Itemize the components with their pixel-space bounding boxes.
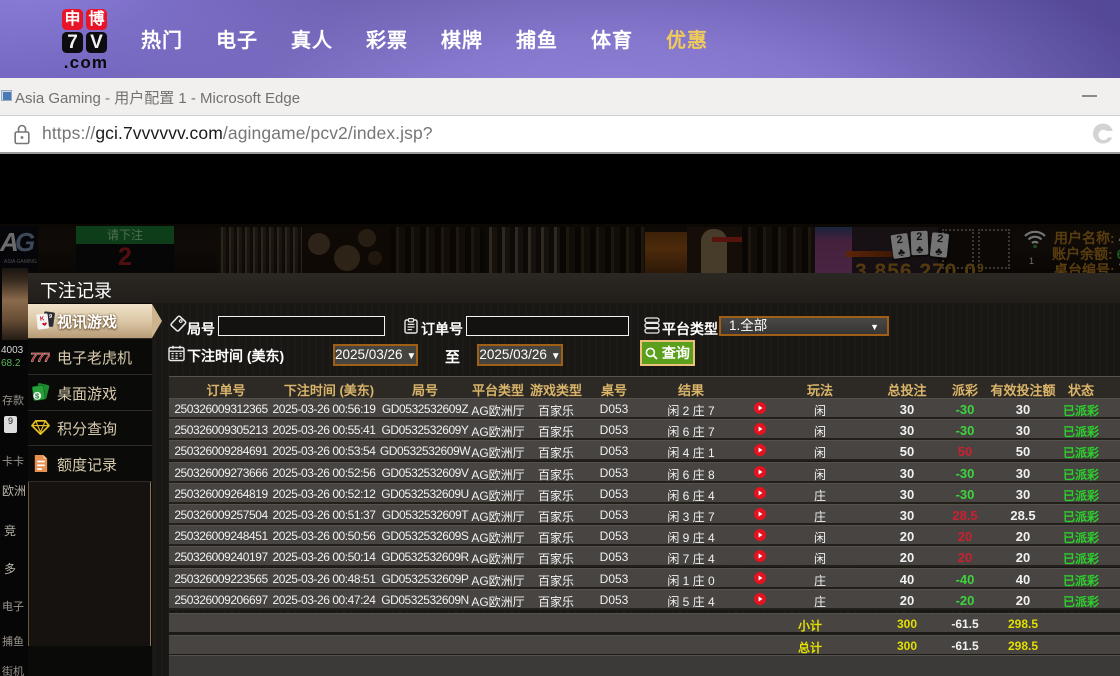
svg-text:777: 777 [31,350,50,364]
